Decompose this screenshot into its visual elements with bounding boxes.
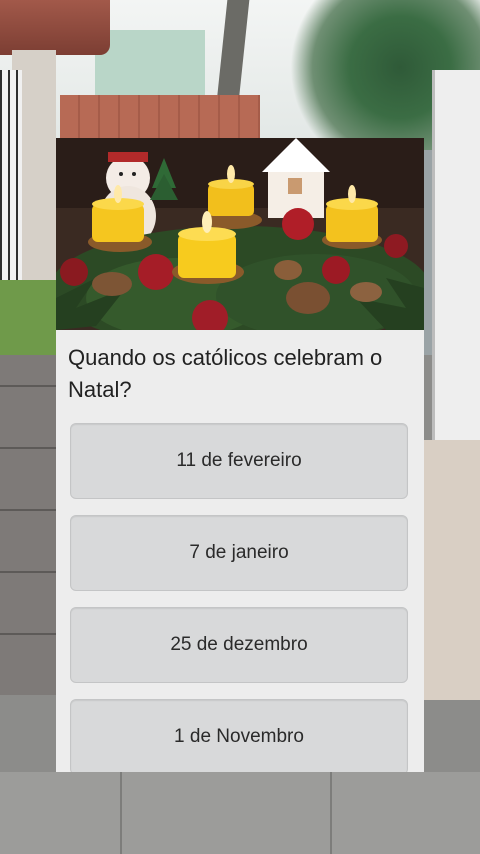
grass [0,280,60,365]
floor-tiles [0,355,56,695]
answer-option-3[interactable]: 25 de dezembro [70,607,408,683]
answer-option-label: 25 de dezembro [170,634,308,655]
door [432,70,480,450]
brick-wall [60,95,260,140]
wall [424,440,480,700]
answer-option-1[interactable]: 11 de fevereiro [70,423,408,499]
ground-line [330,772,332,854]
ground [0,772,480,854]
quiz-card: Quando os católicos celebram o Natal? 11… [56,138,424,772]
quiz-image [56,138,424,330]
advent-wreath-illustration [56,138,424,330]
answer-option-label: 11 de fevereiro [176,450,302,471]
question-text: Quando os católicos celebram o Natal? [68,345,383,402]
ground-line [120,772,122,854]
gate [0,70,22,280]
roof [0,0,110,55]
answer-option-label: 7 de janeiro [189,542,289,563]
answer-option-2[interactable]: 7 de janeiro [70,515,408,591]
answer-option-4[interactable]: 1 de Novembro [70,699,408,772]
answer-option-label: 1 de Novembro [174,726,304,747]
